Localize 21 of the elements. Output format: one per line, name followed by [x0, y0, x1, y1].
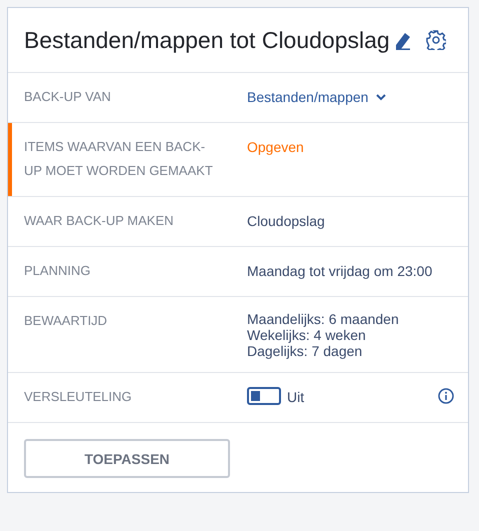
toggle-state: Uit	[287, 388, 304, 407]
field-label: ITEMS WAARVAN EEN BACK-UP MOET WORDEN GEMAAKT	[24, 138, 214, 180]
retention-line: Wekelijks: 4 weken	[247, 327, 367, 343]
field-label: BACK-UP VAN	[24, 88, 112, 106]
field-value: Maandag tot vrijdag om 23:00	[247, 262, 432, 281]
apply-button[interactable]: TOEPASSEN	[24, 439, 230, 478]
retention-line: Maandelijks: 6 maanden	[247, 311, 399, 327]
field-label: BEWAARTIJD	[24, 312, 108, 330]
field-label: PLANNING	[24, 262, 92, 280]
field-label: WAAR BACK-UP MAKEN	[24, 212, 175, 230]
info-icon[interactable]	[438, 388, 454, 404]
panel-title: Bestanden/mappen tot Cloudopslag	[24, 26, 390, 54]
toggle-switch[interactable]	[247, 387, 281, 405]
settings-icon[interactable]	[426, 30, 446, 50]
specify-link[interactable]: Opgeven	[247, 137, 304, 157]
field-value: Cloudopslag	[247, 212, 325, 231]
field-label: VERSLEUTELING	[24, 388, 133, 406]
source-dropdown[interactable]: Bestanden/mappen	[247, 87, 386, 107]
pen-icon[interactable]	[394, 30, 412, 50]
retention-line: Dagelijks: 7 dagen	[247, 343, 364, 359]
chevron-down-icon	[376, 94, 386, 100]
